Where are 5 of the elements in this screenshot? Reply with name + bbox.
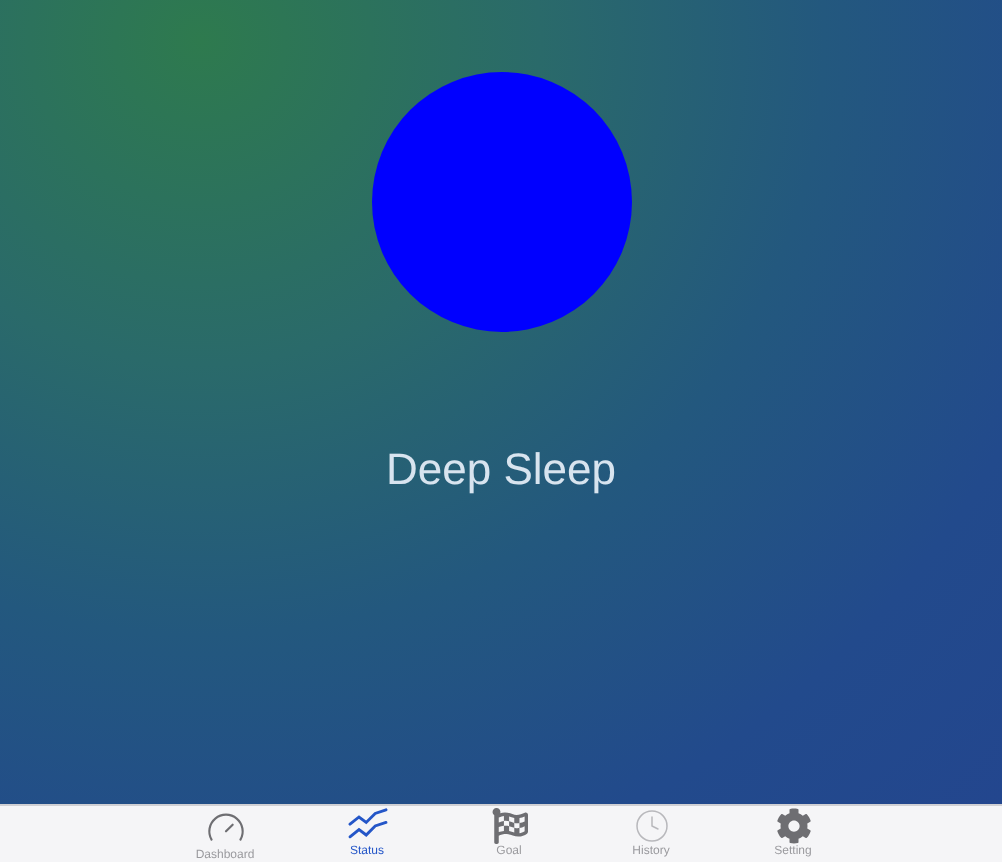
clock-icon (633, 808, 669, 844)
sleep-state-label: Deep Sleep (386, 442, 616, 498)
chart-line-icon (345, 808, 389, 844)
checkered-flag-icon (491, 808, 527, 844)
settings-icon (775, 808, 811, 844)
